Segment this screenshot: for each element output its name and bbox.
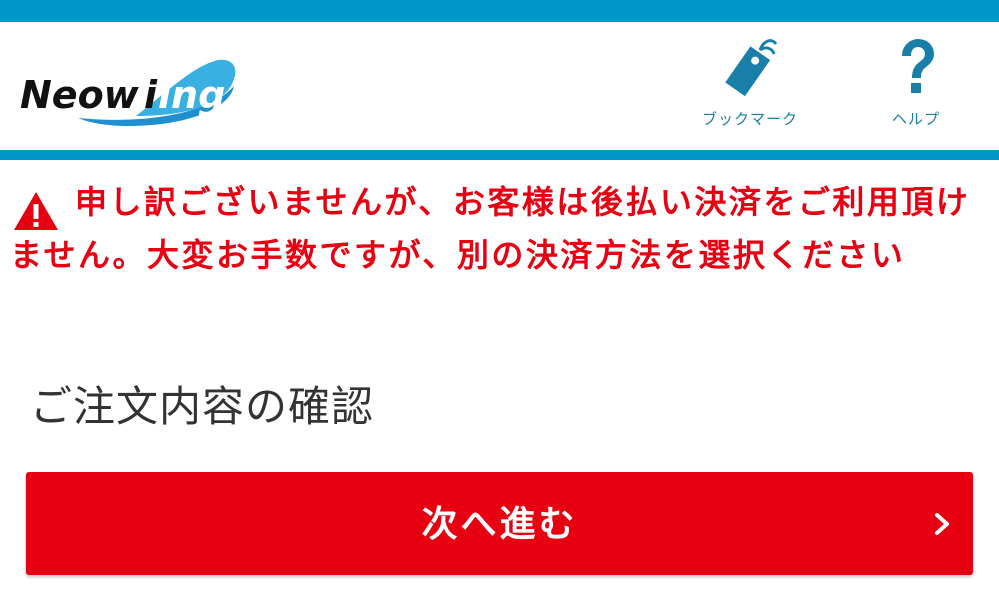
page-title: ご注文内容の確認	[30, 382, 375, 431]
error-message-text: 申し訳ございませんが、お客様は後払い決済をご利用頂けません。大変お手数ですが、別…	[10, 183, 971, 274]
logo-text-i: i	[144, 73, 158, 117]
error-message-block: 申し訳ございませんが、お客様は後払い決済をご利用頂けません。大変お手数ですが、別…	[10, 176, 995, 282]
chevron-right-icon	[935, 513, 949, 535]
site-header: Neow i ing ブックマーク ヘルプ	[0, 22, 999, 150]
help-button[interactable]: ヘルプ	[856, 36, 976, 136]
help-label: ヘルプ	[891, 110, 940, 128]
header-divider	[0, 150, 999, 160]
warning-triangle-icon	[14, 192, 58, 230]
next-step-button[interactable]: 次へ進む	[26, 472, 973, 575]
neowing-logo[interactable]: Neow i ing	[18, 46, 238, 126]
next-step-label: 次へ進む	[421, 503, 578, 544]
logo-text-light: ing	[158, 73, 225, 117]
neowing-logo-icon: Neow i ing	[20, 59, 236, 126]
bookmark-label: ブックマーク	[701, 110, 798, 128]
question-icon	[902, 39, 934, 93]
logo-text-dark: Neow	[20, 73, 140, 117]
top-accent-bar	[0, 0, 999, 22]
bookmark-button[interactable]: ブックマーク	[690, 36, 810, 136]
bookmark-tag-icon	[725, 39, 778, 96]
